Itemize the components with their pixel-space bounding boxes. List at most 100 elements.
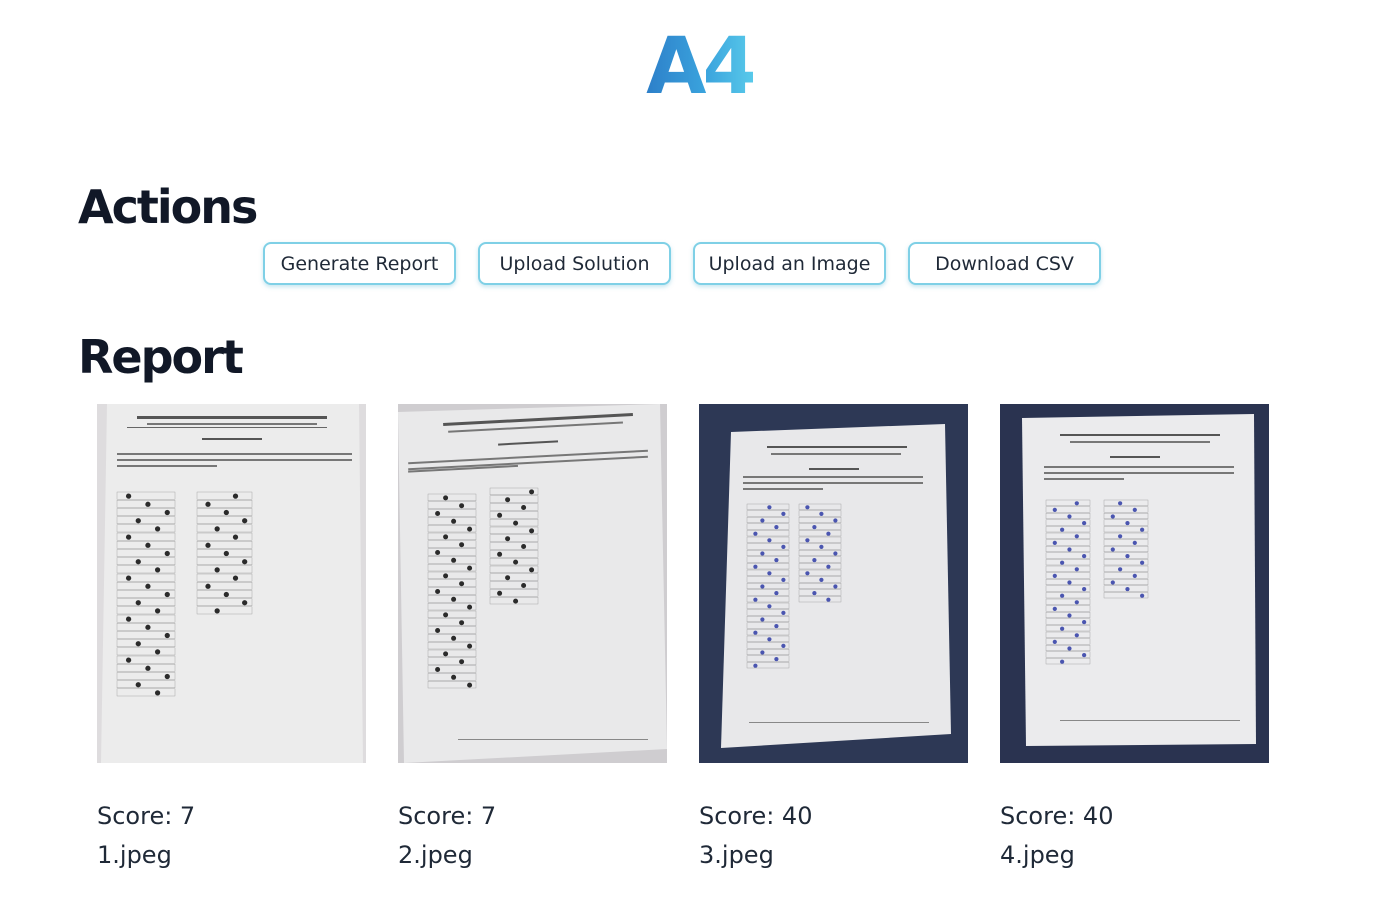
filled-bubble: [1060, 527, 1065, 532]
app-logo-text: A4: [646, 22, 757, 112]
report-card: Score: 40 4.jpeg: [1000, 404, 1269, 867]
filled-bubble: [513, 559, 519, 565]
filled-bubble: [164, 591, 170, 598]
filled-bubble: [205, 501, 211, 507]
filled-bubble: [781, 511, 786, 517]
filled-bubble: [1125, 553, 1130, 559]
filled-bubble: [467, 682, 473, 688]
filled-bubble: [833, 518, 838, 523]
filled-bubble: [459, 620, 465, 626]
filled-bubble: [1132, 507, 1137, 513]
filled-bubble: [164, 509, 170, 516]
filled-bubble: [451, 596, 457, 602]
filled-bubble: [513, 520, 519, 526]
filled-bubble: [505, 497, 511, 503]
filled-bubble: [435, 589, 441, 594]
score-text: Score: 40: [699, 802, 813, 830]
answer-sheet-image[interactable]: [699, 404, 968, 763]
actions-toolbar: Generate Report Upload Solution Upload a…: [263, 242, 1101, 285]
filled-bubble: [753, 531, 758, 536]
filled-bubble: [497, 590, 503, 596]
filled-bubble: [443, 612, 449, 618]
filled-bubble: [819, 544, 824, 550]
filled-bubble: [467, 604, 473, 610]
filled-bubble: [833, 584, 838, 589]
filled-bubble: [1067, 514, 1072, 519]
filled-bubble: [154, 526, 161, 532]
filled-bubble: [1060, 659, 1065, 664]
filled-bubble: [753, 630, 758, 635]
filled-bubble: [242, 559, 248, 565]
filled-bubble: [459, 503, 465, 509]
filled-bubble: [1060, 626, 1065, 631]
filled-bubble: [767, 604, 772, 609]
filled-bubble: [760, 617, 765, 622]
filled-bubble: [521, 583, 527, 588]
score-text: Score: 7: [97, 802, 196, 830]
filled-bubble: [774, 590, 779, 596]
filled-bubble: [459, 659, 465, 665]
filled-bubble: [125, 657, 132, 663]
answer-sheet-image[interactable]: [97, 404, 366, 763]
actions-heading: Actions: [78, 180, 258, 234]
filled-bubble: [125, 534, 132, 540]
filled-bubble: [760, 584, 765, 589]
filled-bubble: [1110, 547, 1115, 552]
filled-bubble: [812, 524, 817, 530]
filled-bubble: [521, 505, 527, 510]
filled-bubble: [135, 641, 141, 647]
filled-bubble: [435, 667, 441, 672]
filled-bubble: [826, 597, 831, 602]
filled-bubble: [505, 536, 511, 542]
filled-bubble: [1132, 540, 1137, 546]
filled-bubble: [154, 690, 161, 696]
filled-bubble: [242, 600, 248, 606]
filled-bubble: [833, 551, 838, 556]
filled-bubble: [1132, 573, 1137, 579]
filled-bubble: [164, 550, 170, 557]
filled-bubble: [145, 542, 151, 548]
filled-bubble: [232, 534, 239, 540]
filled-bubble: [145, 624, 151, 630]
filled-bubble: [145, 665, 151, 671]
download-csv-button[interactable]: Download CSV: [908, 242, 1101, 285]
filled-bubble: [1067, 547, 1072, 552]
filled-bubble: [1074, 567, 1079, 572]
filled-bubble: [435, 628, 441, 633]
answer-sheet-image[interactable]: [398, 404, 667, 763]
filled-bubble: [774, 656, 779, 662]
filled-bubble: [819, 577, 824, 583]
filled-bubble: [443, 495, 449, 501]
filled-bubble: [781, 643, 786, 649]
filled-bubble: [1140, 560, 1145, 565]
filled-bubble: [781, 610, 786, 616]
filled-bubble: [443, 573, 449, 579]
filled-bubble: [242, 518, 248, 524]
generate-report-button[interactable]: Generate Report: [263, 242, 456, 285]
filled-bubble: [205, 542, 211, 548]
score-text: Score: 7: [398, 802, 497, 830]
filled-bubble: [154, 649, 161, 655]
filled-bubble: [1118, 567, 1123, 572]
filled-bubble: [1074, 534, 1079, 539]
filled-bubble: [1052, 573, 1057, 579]
filled-bubble: [467, 565, 473, 571]
filled-bubble: [767, 637, 772, 642]
upload-solution-button[interactable]: Upload Solution: [478, 242, 671, 285]
filled-bubble: [1082, 520, 1087, 526]
filled-bubble: [1052, 639, 1057, 645]
filled-bubble: [505, 575, 511, 581]
filled-bubble: [1060, 593, 1065, 598]
report-card: Score: 7 2.jpeg: [398, 404, 667, 867]
filled-bubble: [753, 564, 758, 569]
filled-bubble: [1140, 527, 1145, 532]
filled-bubble: [1125, 520, 1130, 526]
filled-bubble: [214, 526, 220, 532]
file-name: 4.jpeg: [1000, 841, 1075, 869]
filled-bubble: [145, 583, 151, 589]
filled-bubble: [812, 557, 817, 563]
upload-image-button[interactable]: Upload an Image: [693, 242, 886, 285]
filled-bubble: [805, 505, 810, 510]
filled-bubble: [135, 559, 141, 565]
answer-sheet-image[interactable]: [1000, 404, 1269, 763]
